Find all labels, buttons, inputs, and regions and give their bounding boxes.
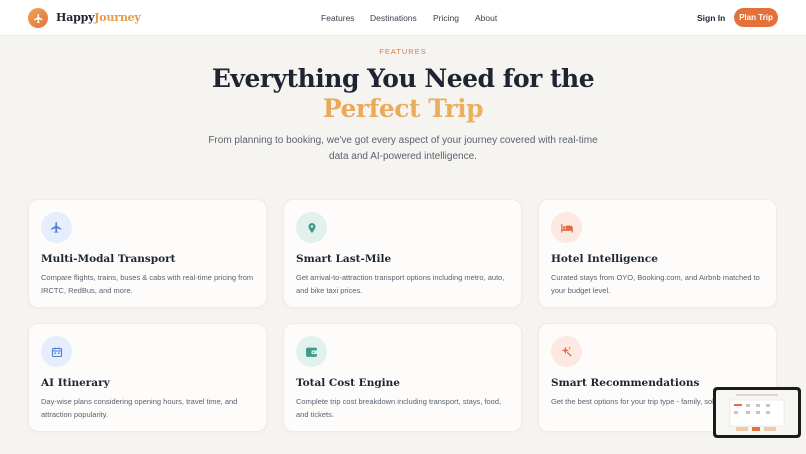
calendar-icon <box>41 336 72 367</box>
card-title: AI Itinerary <box>41 377 110 389</box>
nav-link-pricing[interactable]: Pricing <box>433 13 459 23</box>
card-description: Complete trip cost breakdown including t… <box>296 397 502 419</box>
logo-icon[interactable] <box>28 8 48 28</box>
feature-card-cost-engine: Total Cost Engine Complete trip cost bre… <box>283 323 522 432</box>
wallet-icon <box>296 336 327 367</box>
feature-card-ai-itinerary: AI Itinerary Day-wise plans considering … <box>28 323 267 432</box>
card-description: Get arrival-to-attraction transport opti… <box>296 273 505 295</box>
preview-content <box>716 390 798 435</box>
brand-name-primary: Happy <box>56 11 95 24</box>
headline-line-2: Perfect Trip <box>0 94 806 124</box>
headline-line-1: Everything You Need for the <box>211 64 595 93</box>
plane-icon <box>41 212 72 243</box>
nav-link-features[interactable]: Features <box>321 13 355 23</box>
card-title: Smart Last-Mile <box>296 253 392 265</box>
card-title: Total Cost Engine <box>296 377 400 389</box>
card-description: Compare flights, trains, buses & cabs wi… <box>41 273 254 295</box>
screen-preview-thumbnail[interactable] <box>713 387 801 438</box>
section-headline: Everything You Need for the Perfect Trip <box>0 64 806 124</box>
feature-card-multi-modal: Multi-Modal Transport Compare flights, t… <box>28 199 267 308</box>
brand-name-accent: Journey <box>94 11 141 24</box>
sparkle-icon <box>551 336 582 367</box>
plan-trip-button[interactable]: Plan Trip <box>734 8 778 27</box>
card-description: Day-wise plans considering opening hours… <box>41 397 238 419</box>
feature-card-hotel: Hotel Intelligence Curated stays from OY… <box>538 199 777 308</box>
nav-link-destinations[interactable]: Destinations <box>370 13 417 23</box>
card-title: Multi-Modal Transport <box>41 253 176 265</box>
card-title: Smart Recommendations <box>551 377 700 389</box>
brand-logo[interactable]: HappyJourney <box>56 11 141 24</box>
sign-in-link[interactable]: Sign In <box>697 13 725 23</box>
card-description: Curated stays from OYO, Booking.com, and… <box>551 273 760 295</box>
map-pin-icon <box>296 212 327 243</box>
section-subtitle: From planning to booking, we've got ever… <box>208 135 598 162</box>
top-nav: HappyJourney Features Destinations Prici… <box>0 0 806 36</box>
feature-card-last-mile: Smart Last-Mile Get arrival-to-attractio… <box>283 199 522 308</box>
card-title: Hotel Intelligence <box>551 253 658 265</box>
bed-icon <box>551 212 582 243</box>
nav-link-about[interactable]: About <box>475 13 497 23</box>
section-eyebrow: FEATURES <box>379 47 427 56</box>
